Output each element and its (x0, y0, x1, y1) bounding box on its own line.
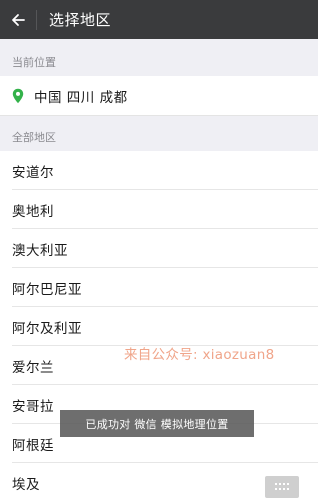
region-list: 安道尔 奥地利 澳大利亚 阿尔巴尼亚 阿尔及利亚 爱尔兰 安哥拉 阿根廷 埃及 (0, 151, 318, 502)
section-header-current: 当前位置 (0, 39, 318, 76)
current-location-row[interactable]: 中国 四川 成都 (0, 76, 318, 116)
toast-message: 已成功对 微信 模拟地理位置 (60, 410, 254, 437)
region-item[interactable]: 奥地利 (0, 190, 318, 229)
screen: 选择地区 当前位置 中国 四川 成都 全部地区 安道尔 奥地利 澳大利亚 阿尔巴… (0, 0, 318, 502)
section-label-current: 当前位置 (12, 56, 56, 69)
keypad-button[interactable] (265, 476, 299, 498)
page-title: 选择地区 (49, 11, 112, 29)
region-item[interactable]: 阿尔及利亚 (0, 307, 318, 346)
location-pin-icon (12, 88, 24, 104)
top-bar: 选择地区 (0, 0, 318, 39)
back-arrow-icon (12, 13, 25, 26)
back-button[interactable] (0, 0, 36, 39)
current-location-text: 中国 四川 成都 (34, 89, 128, 106)
section-label-all: 全部地区 (12, 131, 56, 144)
topbar-divider (36, 9, 37, 30)
region-item[interactable]: 安道尔 (0, 151, 318, 190)
keypad-grid-icon (275, 483, 289, 490)
region-item[interactable]: 爱尔兰 (0, 346, 318, 385)
section-header-all: 全部地区 (0, 116, 318, 151)
region-item[interactable]: 阿尔巴尼亚 (0, 268, 318, 307)
region-item[interactable]: 澳大利亚 (0, 229, 318, 268)
